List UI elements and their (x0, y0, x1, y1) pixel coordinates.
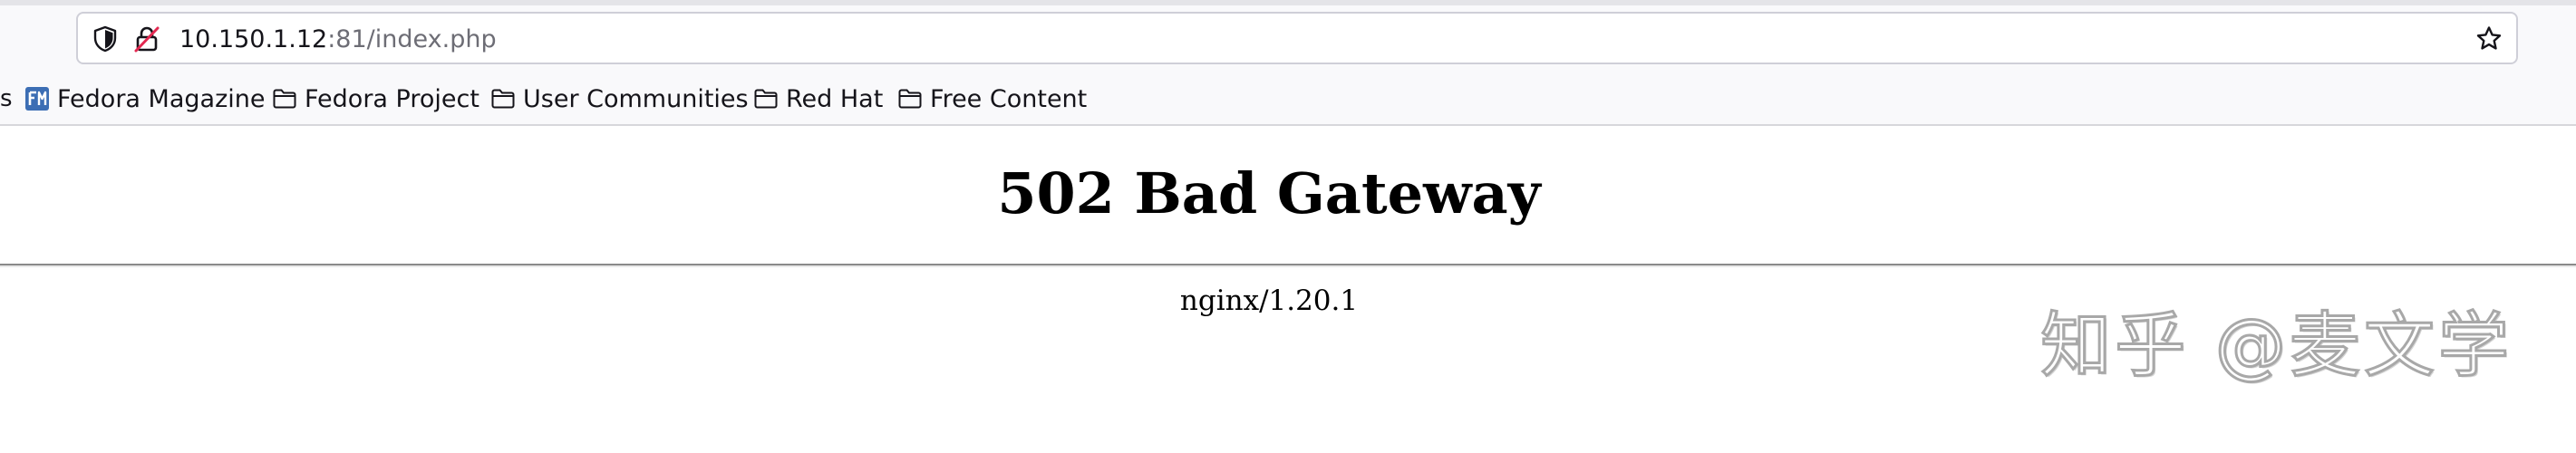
folder-icon (491, 89, 515, 109)
bookmark-label: Free Content (930, 84, 1088, 113)
tab-strip-edge (0, 0, 2576, 5)
error-title: 502 Bad Gateway (997, 160, 1541, 226)
folder-icon (898, 89, 922, 109)
insecure-connection-lock-icon[interactable] (132, 24, 161, 53)
horizontal-rule (0, 264, 2576, 267)
url-text[interactable]: 10.150.1.12:81/index.php (179, 24, 497, 55)
watermark: 知乎 @麦文学 (2039, 304, 2513, 389)
bookmark-fedora-magazine[interactable]: Fedora Magazine (24, 83, 265, 114)
bookmark-overflow-fragment[interactable]: s (0, 83, 13, 114)
bookmark-label: Red Hat (786, 84, 884, 113)
bookmark-folder-red-hat[interactable]: Red Hat (753, 83, 883, 114)
address-bar[interactable]: 10.150.1.12:81/index.php (76, 12, 2518, 64)
bookmark-folder-free-content[interactable]: Free Content (897, 83, 1087, 114)
bookmark-folder-user-communities[interactable]: User Communities (490, 83, 749, 114)
browser-toolbar: 10.150.1.12:81/index.php s Fedora Magazi… (0, 0, 2576, 126)
bookmark-folder-fedora-project[interactable]: Fedora Project (272, 83, 479, 114)
url-host: 10.150.1.12 (179, 25, 328, 53)
bookmark-label: Fedora Project (305, 84, 479, 113)
bookmarks-toolbar: s Fedora Magazine Fedora Project User Co… (0, 76, 2576, 121)
fedora-magazine-favicon (25, 87, 49, 111)
bookmark-star-icon[interactable] (2474, 24, 2503, 53)
tracking-protection-shield-icon[interactable] (91, 24, 120, 53)
bookmark-label: Fedora Magazine (57, 84, 266, 113)
url-path: :81/index.php (327, 25, 497, 53)
bookmark-label: User Communities (523, 84, 749, 113)
folder-icon (754, 89, 778, 109)
folder-icon (273, 89, 296, 109)
